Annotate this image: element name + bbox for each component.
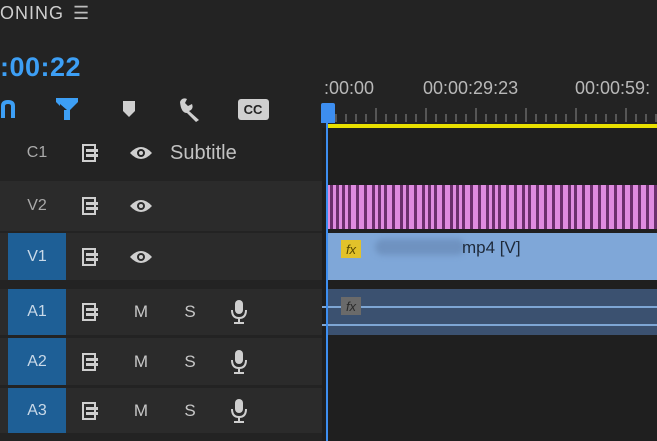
track-name-a2[interactable]: A2 — [8, 338, 66, 385]
subtitle-clip-boundary — [552, 185, 555, 229]
audio-waveform-top — [322, 306, 657, 308]
subtitle-clip-boundary — [356, 185, 359, 229]
solo-button[interactable]: S — [180, 338, 200, 385]
fx-badge-audio[interactable]: fx — [341, 297, 361, 315]
subtitle-clip-boundary — [614, 185, 617, 229]
subtitle-clip-boundary — [606, 185, 609, 229]
ruler-label-end: 00:00:59: — [575, 78, 651, 98]
sync-lock-icon[interactable] — [78, 233, 106, 280]
sync-lock-icon[interactable] — [78, 128, 106, 178]
ruler-label-start: :00:00 — [324, 78, 375, 98]
track-v1: V1 — [0, 233, 322, 280]
track-name-v2[interactable]: V2 — [8, 181, 66, 231]
subtitle-clip-boundary — [372, 185, 375, 229]
subtitle-clip-boundary — [384, 185, 387, 229]
mute-button[interactable]: M — [130, 338, 152, 385]
track-a1: A1 M S — [0, 289, 322, 335]
microphone-icon[interactable] — [228, 388, 250, 433]
track-name-a1[interactable]: A1 — [8, 289, 66, 335]
mute-button[interactable]: M — [130, 388, 152, 433]
subtitle-clip-boundary — [434, 185, 437, 229]
track-a2: A2 M S — [0, 338, 322, 385]
subtitle-clip-boundary — [492, 185, 495, 229]
timeline-area[interactable] — [322, 128, 657, 441]
subtitle-clip-boundary — [514, 185, 517, 229]
playhead-line[interactable] — [326, 120, 328, 441]
subtitle-clip-boundary — [528, 185, 531, 229]
eye-icon[interactable] — [127, 181, 155, 231]
subtitle-clip-boundary — [590, 185, 593, 229]
subtitle-clip-boundary — [638, 185, 641, 229]
track-a3: A3 M S — [0, 388, 322, 433]
captions-icon[interactable]: CC — [236, 94, 270, 124]
subtitle-clip-boundary — [414, 185, 417, 229]
subtitle-clip-boundary — [486, 185, 489, 229]
track-name-v1[interactable]: V1 — [8, 233, 66, 280]
track-label-subtitle: Subtitle — [170, 141, 237, 164]
subtitle-clip-boundary — [456, 185, 459, 229]
video-clip-name: mp4 [V] — [462, 238, 521, 257]
time-ruler[interactable] — [326, 108, 657, 122]
subtitle-clip-boundary — [574, 185, 577, 229]
subtitle-clip-boundary — [470, 185, 473, 229]
subtitle-clip-boundary — [622, 185, 625, 229]
subtitle-clip-boundary — [544, 185, 547, 229]
track-name-a3[interactable]: A3 — [8, 388, 66, 433]
track-name-c1[interactable]: C1 — [8, 128, 66, 178]
subtitle-clip-boundary — [336, 185, 339, 229]
subtitle-clip-boundary — [536, 185, 539, 229]
subtitle-clip-boundary — [348, 185, 351, 229]
subtitle-clip-boundary — [442, 185, 445, 229]
subtitle-clips-v2[interactable] — [328, 185, 657, 229]
subtitle-clip-boundary — [392, 185, 395, 229]
blurred-clip-name — [375, 239, 465, 255]
subtitle-clip-boundary — [378, 185, 381, 229]
marker-icon[interactable] — [119, 94, 139, 124]
audio-clip-a1[interactable] — [328, 289, 657, 335]
wrench-icon[interactable] — [175, 94, 205, 124]
eye-icon[interactable] — [127, 128, 155, 178]
subtitle-clip-boundary — [646, 185, 649, 229]
subtitle-clip-boundary — [400, 185, 403, 229]
sync-lock-icon[interactable] — [78, 289, 106, 335]
subtitle-clip-boundary — [462, 185, 465, 229]
playhead-timecode[interactable]: :00:22 — [0, 52, 81, 83]
subtitle-clip-boundary — [478, 185, 481, 229]
snap-icon[interactable] — [52, 94, 82, 124]
subtitle-clip-boundary — [630, 185, 633, 229]
subtitle-clip-boundary — [330, 185, 333, 229]
subtitle-clip-boundary — [522, 185, 525, 229]
eye-icon[interactable] — [127, 233, 155, 280]
subtitle-clip-boundary — [450, 185, 453, 229]
solo-button[interactable]: S — [180, 388, 200, 433]
track-v2: V2 — [0, 181, 322, 231]
sync-lock-icon[interactable] — [78, 388, 106, 433]
microphone-icon[interactable] — [228, 289, 250, 335]
subtitle-clip-boundary — [406, 185, 409, 229]
microphone-icon[interactable] — [228, 338, 250, 385]
captions-label: CC — [243, 101, 263, 117]
ripple-icon[interactable] — [0, 94, 18, 124]
ruler-label-mid: 00:00:29:23 — [423, 78, 519, 98]
solo-button[interactable]: S — [180, 289, 200, 335]
playhead-handle[interactable] — [321, 103, 335, 123]
subtitle-clip-boundary — [582, 185, 585, 229]
sync-lock-icon[interactable] — [78, 338, 106, 385]
subtitle-clip-boundary — [560, 185, 563, 229]
subtitle-clip-boundary — [598, 185, 601, 229]
subtitle-clip-boundary — [364, 185, 367, 229]
sync-lock-icon[interactable] — [78, 181, 106, 231]
mute-button[interactable]: M — [130, 289, 152, 335]
subtitle-clip-boundary — [428, 185, 431, 229]
sequence-title: ONING — [0, 3, 65, 23]
track-c1: C1 Subtitle — [0, 128, 322, 178]
subtitle-clip-boundary — [498, 185, 501, 229]
subtitle-clip-boundary — [568, 185, 571, 229]
hamburger-menu-icon[interactable]: ☰ — [73, 3, 89, 24]
fx-badge-video[interactable]: fx — [341, 240, 361, 258]
audio-waveform-bottom — [322, 324, 657, 326]
subtitle-clip-boundary — [342, 185, 345, 229]
subtitle-clip-boundary — [422, 185, 425, 229]
subtitle-clip-boundary — [506, 185, 509, 229]
